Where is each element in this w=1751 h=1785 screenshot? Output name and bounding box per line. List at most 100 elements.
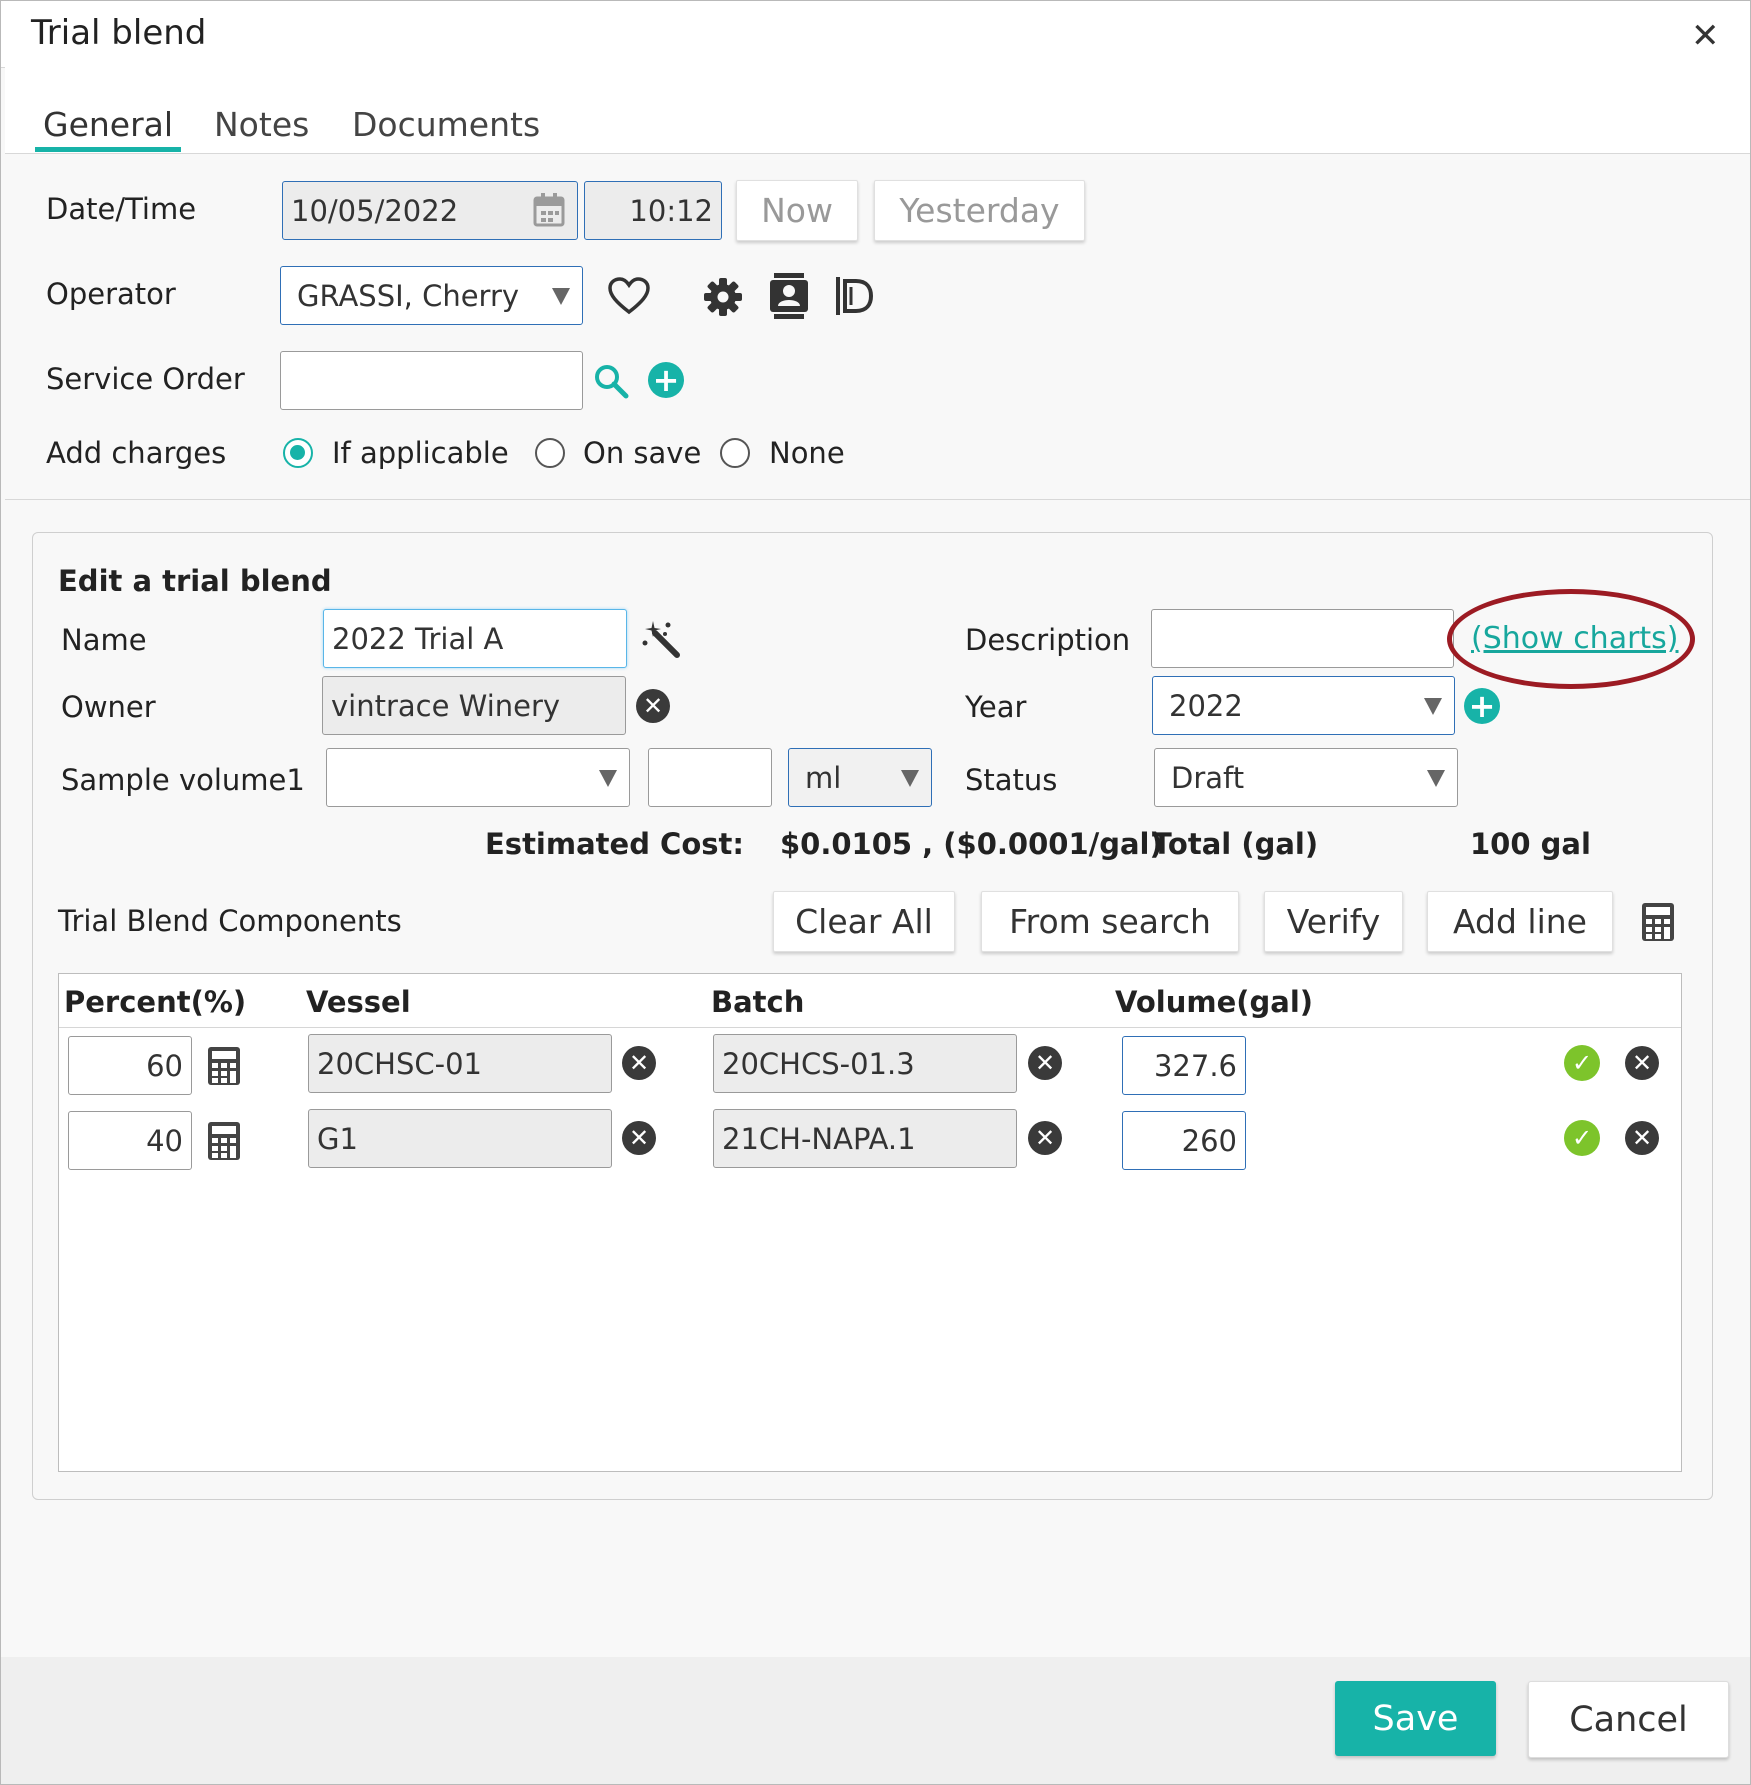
tab-documents[interactable]: Documents — [352, 105, 540, 144]
year-value: 2022 — [1169, 688, 1243, 723]
calendar-icon[interactable] — [533, 193, 565, 227]
add-line-button[interactable]: Add line — [1427, 891, 1613, 952]
owner-field: vintrace Winery — [322, 676, 626, 735]
clear-batch-icon[interactable]: ✕ — [1028, 1121, 1062, 1155]
cancel-button[interactable]: Cancel — [1528, 1681, 1729, 1758]
status-label: Status — [965, 763, 1058, 797]
calculator-icon[interactable] — [207, 1046, 241, 1086]
add-year-icon[interactable]: + — [1464, 688, 1500, 724]
calculator-icon[interactable] — [1641, 902, 1675, 942]
header-divider — [59, 1027, 1681, 1028]
search-icon[interactable] — [593, 363, 629, 399]
owner-value: vintrace Winery — [331, 688, 561, 723]
dialog-title: Trial blend — [31, 13, 207, 53]
tab-general[interactable]: General — [43, 105, 173, 144]
yesterday-button[interactable]: Yesterday — [874, 180, 1085, 241]
total-value: 100 gal — [1470, 827, 1591, 861]
chevron-down-icon — [599, 770, 617, 787]
add-service-order-icon[interactable]: + — [648, 362, 684, 398]
clear-all-button[interactable]: Clear All — [773, 891, 955, 952]
volume-input[interactable]: 260 — [1122, 1111, 1246, 1170]
column-header-percent: Percent(%) — [64, 985, 247, 1019]
radio-none[interactable] — [720, 438, 750, 468]
estimated-cost-label: Estimated Cost: — [485, 827, 744, 861]
batch-field: 21CH-NAPA.1 — [713, 1109, 1017, 1168]
datetime-label: Date/Time — [46, 192, 197, 226]
trial-blend-heading: Edit a trial blend — [58, 564, 332, 598]
clear-owner-icon[interactable]: ✕ — [636, 689, 670, 723]
date-field[interactable]: 10/05/2022 — [282, 181, 578, 240]
service-order-label: Service Order — [46, 362, 245, 396]
close-icon[interactable]: ✕ — [1691, 19, 1720, 53]
chevron-down-icon — [1427, 770, 1445, 787]
estimated-cost-value: $0.0105 , ($0.0001/gal) — [780, 827, 1163, 861]
magic-wand-icon[interactable] — [641, 619, 681, 659]
total-label: Total (gal) — [1152, 827, 1319, 861]
check-circle-icon[interactable]: ✓ — [1564, 1045, 1600, 1081]
radio-on-save[interactable] — [535, 438, 565, 468]
sample-volume-unit-value: ml — [805, 760, 842, 795]
percent-input[interactable]: 60 — [68, 1036, 192, 1095]
year-select[interactable]: 2022 — [1152, 676, 1455, 735]
column-header-batch: Batch — [711, 985, 805, 1019]
chevron-down-icon — [901, 770, 919, 787]
document-icon[interactable] — [836, 275, 874, 317]
remove-row-icon[interactable]: ✕ — [1625, 1046, 1659, 1080]
operator-select[interactable]: GRASSI, Cherry — [280, 266, 583, 325]
service-order-input[interactable] — [280, 351, 583, 410]
vessel-field: G1 — [308, 1109, 612, 1168]
year-label: Year — [965, 690, 1027, 724]
clear-vessel-icon[interactable]: ✕ — [622, 1046, 656, 1080]
owner-label: Owner — [61, 690, 156, 724]
contact-card-icon[interactable] — [768, 273, 810, 319]
radio-if-applicable[interactable] — [283, 438, 313, 468]
verify-button[interactable]: Verify — [1264, 891, 1403, 952]
date-value: 10/05/2022 — [291, 193, 459, 228]
now-button[interactable]: Now — [736, 180, 858, 241]
sample-volume-amount-input[interactable] — [648, 748, 772, 807]
operator-label: Operator — [46, 277, 176, 311]
active-tab-indicator — [35, 147, 181, 152]
status-select[interactable]: Draft — [1154, 748, 1458, 807]
radio-label-none: None — [769, 436, 845, 470]
chevron-down-icon — [1424, 698, 1442, 715]
description-input[interactable] — [1151, 609, 1454, 668]
from-search-button[interactable]: From search — [981, 891, 1239, 952]
save-button[interactable]: Save — [1335, 1681, 1496, 1756]
gear-icon[interactable] — [703, 277, 743, 317]
clear-vessel-icon[interactable]: ✕ — [622, 1121, 656, 1155]
time-field[interactable]: 10:12 — [584, 181, 722, 240]
remove-row-icon[interactable]: ✕ — [1625, 1121, 1659, 1155]
heart-icon[interactable] — [608, 277, 650, 315]
name-input[interactable]: 2022 Trial A — [323, 609, 627, 668]
title-bar: Trial blend ✕ — [1, 1, 1750, 68]
radio-label-on-save: On save — [583, 436, 702, 470]
sample-volume-select[interactable] — [326, 748, 630, 807]
section-divider — [5, 499, 1750, 500]
column-header-vessel: Vessel — [306, 985, 411, 1019]
clear-batch-icon[interactable]: ✕ — [1028, 1046, 1062, 1080]
tab-notes[interactable]: Notes — [214, 105, 309, 144]
description-label: Description — [965, 623, 1131, 657]
volume-input[interactable]: 327.6 — [1122, 1036, 1246, 1095]
percent-input[interactable]: 40 — [68, 1111, 192, 1170]
check-circle-icon[interactable]: ✓ — [1564, 1120, 1600, 1156]
status-value: Draft — [1171, 760, 1245, 795]
add-charges-label: Add charges — [46, 436, 227, 470]
name-value: 2022 Trial A — [332, 621, 504, 656]
calculator-icon[interactable] — [207, 1121, 241, 1161]
column-header-volume: Volume(gal) — [1115, 985, 1314, 1019]
components-title: Trial Blend Components — [58, 904, 402, 938]
tab-bar: General Notes Documents — [5, 67, 1750, 154]
sample-volume-unit-select[interactable]: ml — [788, 748, 932, 807]
name-label: Name — [61, 623, 147, 657]
chevron-down-icon — [552, 288, 570, 305]
components-table: Percent(%) Vessel Batch Volume(gal) 60 2… — [58, 973, 1682, 1472]
vessel-field: 20CHSC-01 — [308, 1034, 612, 1093]
sample-volume-label: Sample volume1 — [61, 763, 305, 797]
time-value: 10:12 — [629, 193, 713, 228]
batch-field: 20CHCS-01.3 — [713, 1034, 1017, 1093]
annotation-highlight-circle — [1447, 589, 1695, 689]
trial-blend-dialog: Trial blend ✕ General Notes Documents Da… — [0, 0, 1751, 1785]
radio-label-if-applicable: If applicable — [332, 436, 509, 470]
